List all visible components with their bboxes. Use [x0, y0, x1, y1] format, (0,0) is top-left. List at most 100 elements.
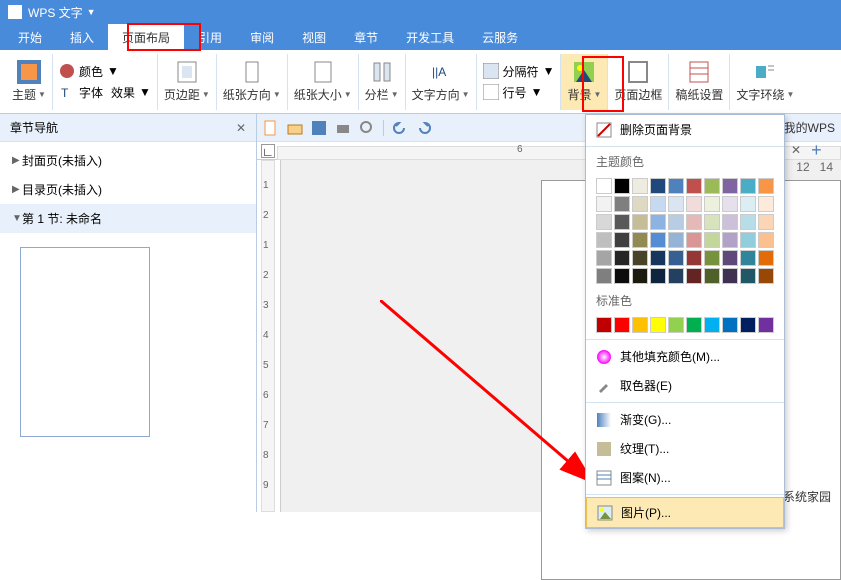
color-swatch[interactable]	[650, 196, 666, 212]
color-swatch[interactable]	[596, 178, 612, 194]
delete-background[interactable]: 删除页面背景	[586, 115, 784, 144]
menu-tab-6[interactable]: 章节	[340, 24, 392, 51]
color-swatch[interactable]	[632, 250, 648, 266]
color-swatch[interactable]	[668, 214, 684, 230]
color-swatch[interactable]	[722, 196, 738, 212]
ribbon-breaks[interactable]: 分隔符▼	[483, 63, 555, 80]
color-swatch[interactable]	[596, 232, 612, 248]
texture[interactable]: 纹理(T)...	[586, 434, 784, 463]
picture[interactable]: 图片(P)...	[586, 497, 784, 528]
color-swatch[interactable]	[668, 196, 684, 212]
tab-close-icon[interactable]: ✕	[791, 143, 801, 157]
pattern[interactable]: 图案(N)...	[586, 463, 784, 492]
color-swatch[interactable]	[758, 178, 774, 194]
color-swatch[interactable]	[668, 317, 684, 333]
color-swatch[interactable]	[722, 317, 738, 333]
color-swatch[interactable]	[614, 232, 630, 248]
menu-tab-8[interactable]: 云服务	[468, 24, 532, 51]
color-swatch[interactable]	[740, 250, 756, 266]
color-swatch[interactable]	[632, 178, 648, 194]
ribbon-columns[interactable]: 分栏▼	[359, 54, 406, 110]
color-swatch[interactable]	[740, 214, 756, 230]
color-swatch[interactable]	[614, 196, 630, 212]
color-swatch[interactable]	[650, 250, 666, 266]
color-swatch[interactable]	[686, 317, 702, 333]
ribbon-background[interactable]: 背景▼	[561, 54, 608, 110]
menu-tab-3[interactable]: 引用	[184, 24, 236, 51]
menu-tab-4[interactable]: 审阅	[236, 24, 288, 51]
color-swatch[interactable]	[704, 178, 720, 194]
color-swatch[interactable]	[668, 232, 684, 248]
ribbon-manuscript[interactable]: 稿纸设置	[669, 54, 730, 110]
color-swatch[interactable]	[596, 317, 612, 333]
color-swatch[interactable]	[722, 178, 738, 194]
gradient[interactable]: 渐变(G)...	[586, 405, 784, 434]
color-swatch[interactable]	[686, 196, 702, 212]
color-swatch[interactable]	[758, 317, 774, 333]
color-swatch[interactable]	[614, 268, 630, 284]
color-swatch[interactable]	[614, 317, 630, 333]
menu-tab-7[interactable]: 开发工具	[392, 24, 468, 51]
color-swatch[interactable]	[722, 232, 738, 248]
color-swatch[interactable]	[758, 214, 774, 230]
color-swatch[interactable]	[704, 196, 720, 212]
color-swatch[interactable]	[596, 196, 612, 212]
title-dropdown-icon[interactable]: ▼	[87, 7, 96, 17]
color-swatch[interactable]	[632, 214, 648, 230]
color-swatch[interactable]	[722, 214, 738, 230]
ribbon-theme[interactable]: 主题▼	[6, 54, 53, 110]
color-swatch[interactable]	[704, 250, 720, 266]
more-colors[interactable]: 其他填充颜色(M)...	[586, 342, 784, 371]
color-swatch[interactable]	[650, 317, 666, 333]
ribbon-textdir[interactable]: ||A 文字方向▼	[406, 54, 477, 110]
menu-tab-2[interactable]: 页面布局	[108, 24, 184, 51]
color-swatch[interactable]	[668, 268, 684, 284]
color-swatch[interactable]	[686, 250, 702, 266]
color-swatch[interactable]	[650, 214, 666, 230]
color-swatch[interactable]	[668, 178, 684, 194]
tab-add-icon[interactable]: +	[811, 140, 822, 161]
color-swatch[interactable]	[704, 317, 720, 333]
color-swatch[interactable]	[758, 268, 774, 284]
color-swatch[interactable]	[740, 196, 756, 212]
color-swatch[interactable]	[632, 317, 648, 333]
color-swatch[interactable]	[632, 232, 648, 248]
ribbon-size[interactable]: 纸张大小▼	[288, 54, 359, 110]
ribbon-border[interactable]: 页面边框	[608, 54, 669, 110]
open-icon[interactable]	[287, 120, 303, 136]
color-swatch[interactable]	[614, 250, 630, 266]
ribbon-wrap[interactable]: 文字环绕▼	[730, 54, 800, 110]
page-thumbnail[interactable]	[20, 247, 150, 437]
color-swatch[interactable]	[722, 250, 738, 266]
color-swatch[interactable]	[686, 178, 702, 194]
color-swatch[interactable]	[758, 196, 774, 212]
save-icon[interactable]	[311, 120, 327, 136]
sidebar-item[interactable]: ▼第 1 节: 未命名	[0, 204, 256, 233]
sidebar-close-icon[interactable]: ✕	[236, 121, 246, 135]
color-swatch[interactable]	[686, 214, 702, 230]
color-swatch[interactable]	[758, 250, 774, 266]
ribbon-color[interactable]: 颜色▼	[59, 63, 151, 80]
eyedropper[interactable]: 取色器(E)	[586, 371, 784, 400]
color-swatch[interactable]	[686, 268, 702, 284]
color-swatch[interactable]	[632, 268, 648, 284]
color-swatch[interactable]	[596, 268, 612, 284]
new-doc-icon[interactable]	[263, 120, 279, 136]
color-swatch[interactable]	[686, 232, 702, 248]
color-swatch[interactable]	[614, 214, 630, 230]
color-swatch[interactable]	[650, 232, 666, 248]
undo-icon[interactable]	[392, 120, 408, 136]
sidebar-item[interactable]: ▶封面页(未插入)	[0, 146, 256, 175]
ribbon-font-effect[interactable]: T字体效果▼	[59, 84, 151, 101]
color-swatch[interactable]	[758, 232, 774, 248]
redo-icon[interactable]	[416, 120, 432, 136]
menu-tab-1[interactable]: 插入	[56, 24, 108, 51]
ribbon-orientation[interactable]: 纸张方向▼	[217, 54, 288, 110]
print-icon[interactable]	[335, 120, 351, 136]
color-swatch[interactable]	[614, 178, 630, 194]
color-swatch[interactable]	[740, 178, 756, 194]
color-swatch[interactable]	[704, 214, 720, 230]
color-swatch[interactable]	[632, 196, 648, 212]
color-swatch[interactable]	[650, 268, 666, 284]
color-swatch[interactable]	[704, 232, 720, 248]
